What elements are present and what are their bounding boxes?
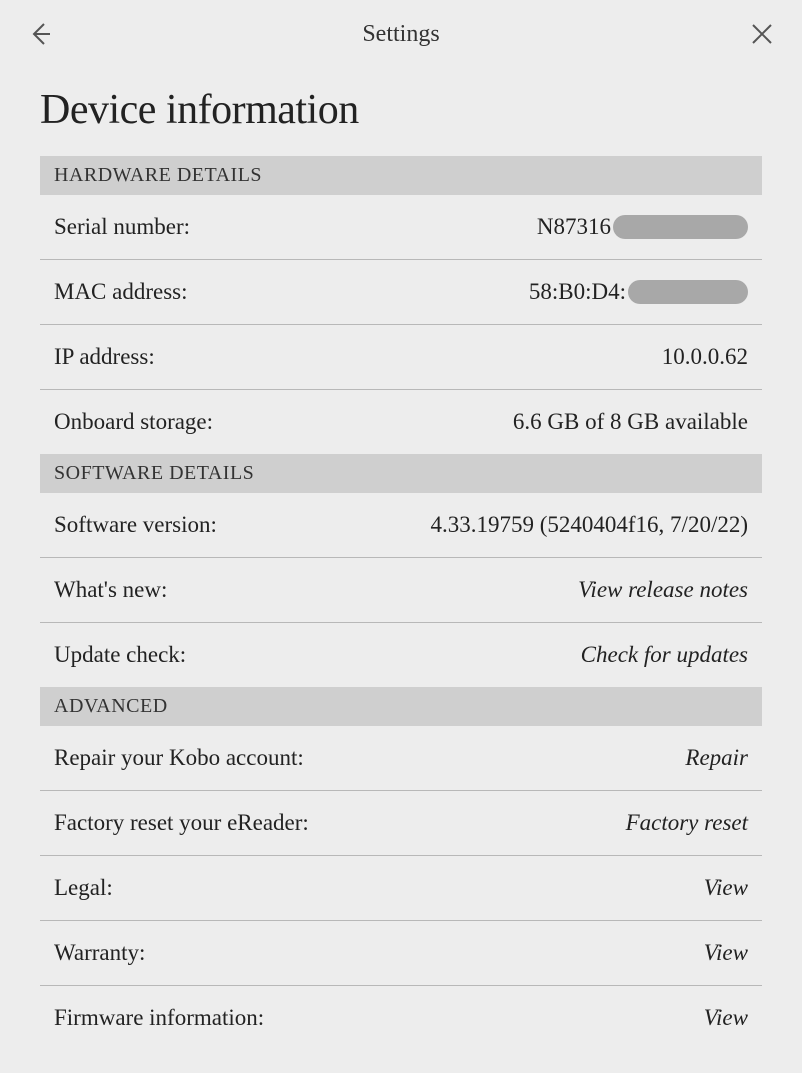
storage-row: Onboard storage: 6.6 GB of 8 GB availabl… [40,390,762,454]
legal-view-action[interactable]: View [704,875,748,901]
view-release-notes-action[interactable]: View release notes [578,577,748,603]
software-version-row: Software version: 4.33.19759 (5240404f16… [40,493,762,558]
redacted-block [613,215,748,239]
storage-label: Onboard storage: [54,409,213,435]
advanced-section-header: ADVANCED [40,687,762,726]
mac-value: 58:B0:D4: [529,279,748,305]
header-bar: Settings [0,0,802,68]
software-section-header: SOFTWARE DETAILS [40,454,762,493]
serial-visible-part: N87316 [537,214,611,240]
version-value: 4.33.19759 (5240404f16, 7/20/22) [430,512,748,538]
factory-reset-row[interactable]: Factory reset your eReader: Factory rese… [40,791,762,856]
repair-action[interactable]: Repair [685,745,748,771]
reset-label: Factory reset your eReader: [54,810,309,836]
legal-row[interactable]: Legal: View [40,856,762,921]
update-check-row[interactable]: Update check: Check for updates [40,623,762,687]
back-arrow-icon[interactable] [24,18,56,50]
firmware-view-action[interactable]: View [704,1005,748,1031]
page-title: Device information [40,86,762,134]
legal-label: Legal: [54,875,113,901]
content-area: Device information HARDWARE DETAILS Seri… [0,68,802,1050]
warranty-row[interactable]: Warranty: View [40,921,762,986]
serial-label: Serial number: [54,214,190,240]
storage-value: 6.6 GB of 8 GB available [513,409,748,435]
header-title: Settings [56,21,746,48]
repair-label: Repair your Kobo account: [54,745,304,771]
ip-label: IP address: [54,344,155,370]
ip-address-row: IP address: 10.0.0.62 [40,325,762,390]
whats-new-row[interactable]: What's new: View release notes [40,558,762,623]
version-label: Software version: [54,512,217,538]
firmware-info-row[interactable]: Firmware information: View [40,986,762,1050]
redacted-block [628,280,748,304]
repair-account-row[interactable]: Repair your Kobo account: Repair [40,726,762,791]
close-icon[interactable] [746,18,778,50]
warranty-view-action[interactable]: View [704,940,748,966]
mac-address-row: MAC address: 58:B0:D4: [40,260,762,325]
warranty-label: Warranty: [54,940,145,966]
mac-label: MAC address: [54,279,188,305]
serial-value: N87316 [537,214,748,240]
whatsnew-label: What's new: [54,577,167,603]
ip-value: 10.0.0.62 [662,344,748,370]
update-label: Update check: [54,642,186,668]
serial-number-row: Serial number: N87316 [40,195,762,260]
factory-reset-action[interactable]: Factory reset [626,810,748,836]
firmware-label: Firmware information: [54,1005,264,1031]
mac-visible-part: 58:B0:D4: [529,279,626,305]
check-updates-action[interactable]: Check for updates [581,642,748,668]
hardware-section-header: HARDWARE DETAILS [40,156,762,195]
